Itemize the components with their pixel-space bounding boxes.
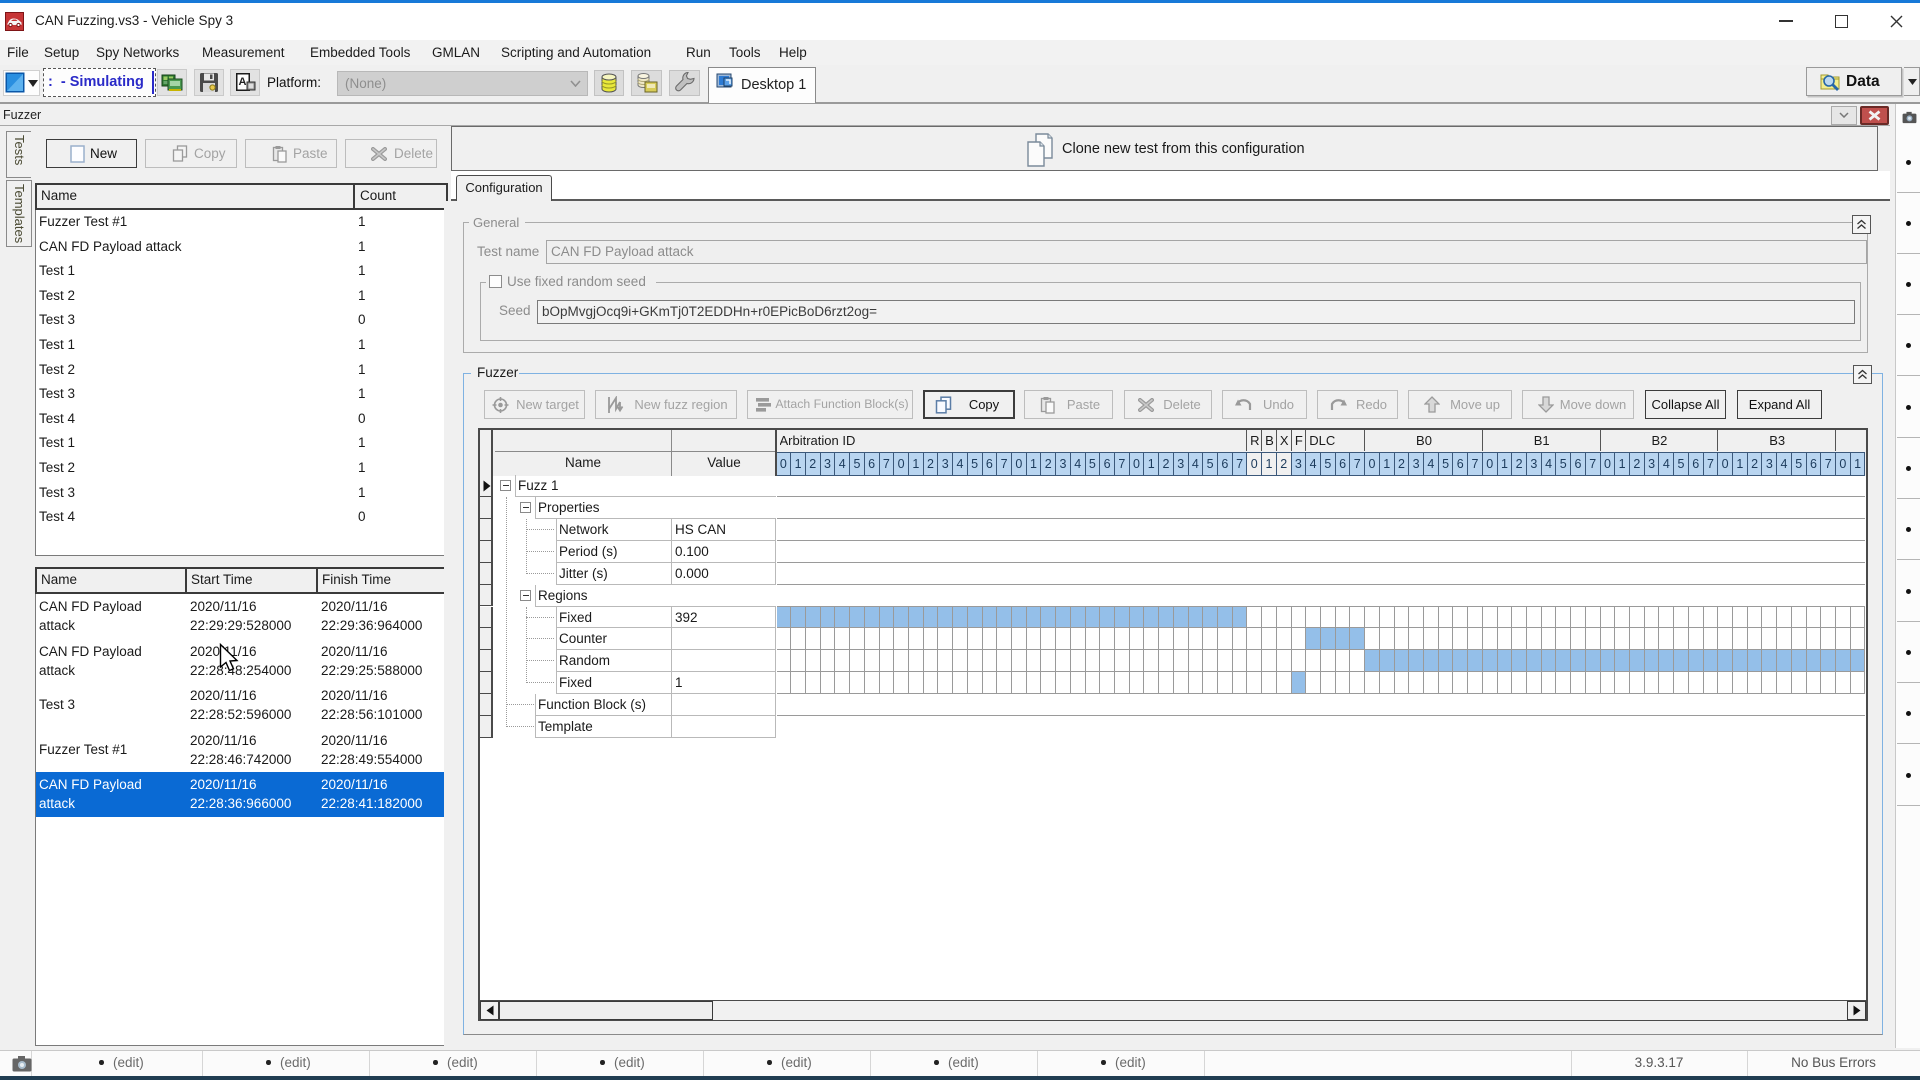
svg-text:A: A xyxy=(239,76,247,88)
